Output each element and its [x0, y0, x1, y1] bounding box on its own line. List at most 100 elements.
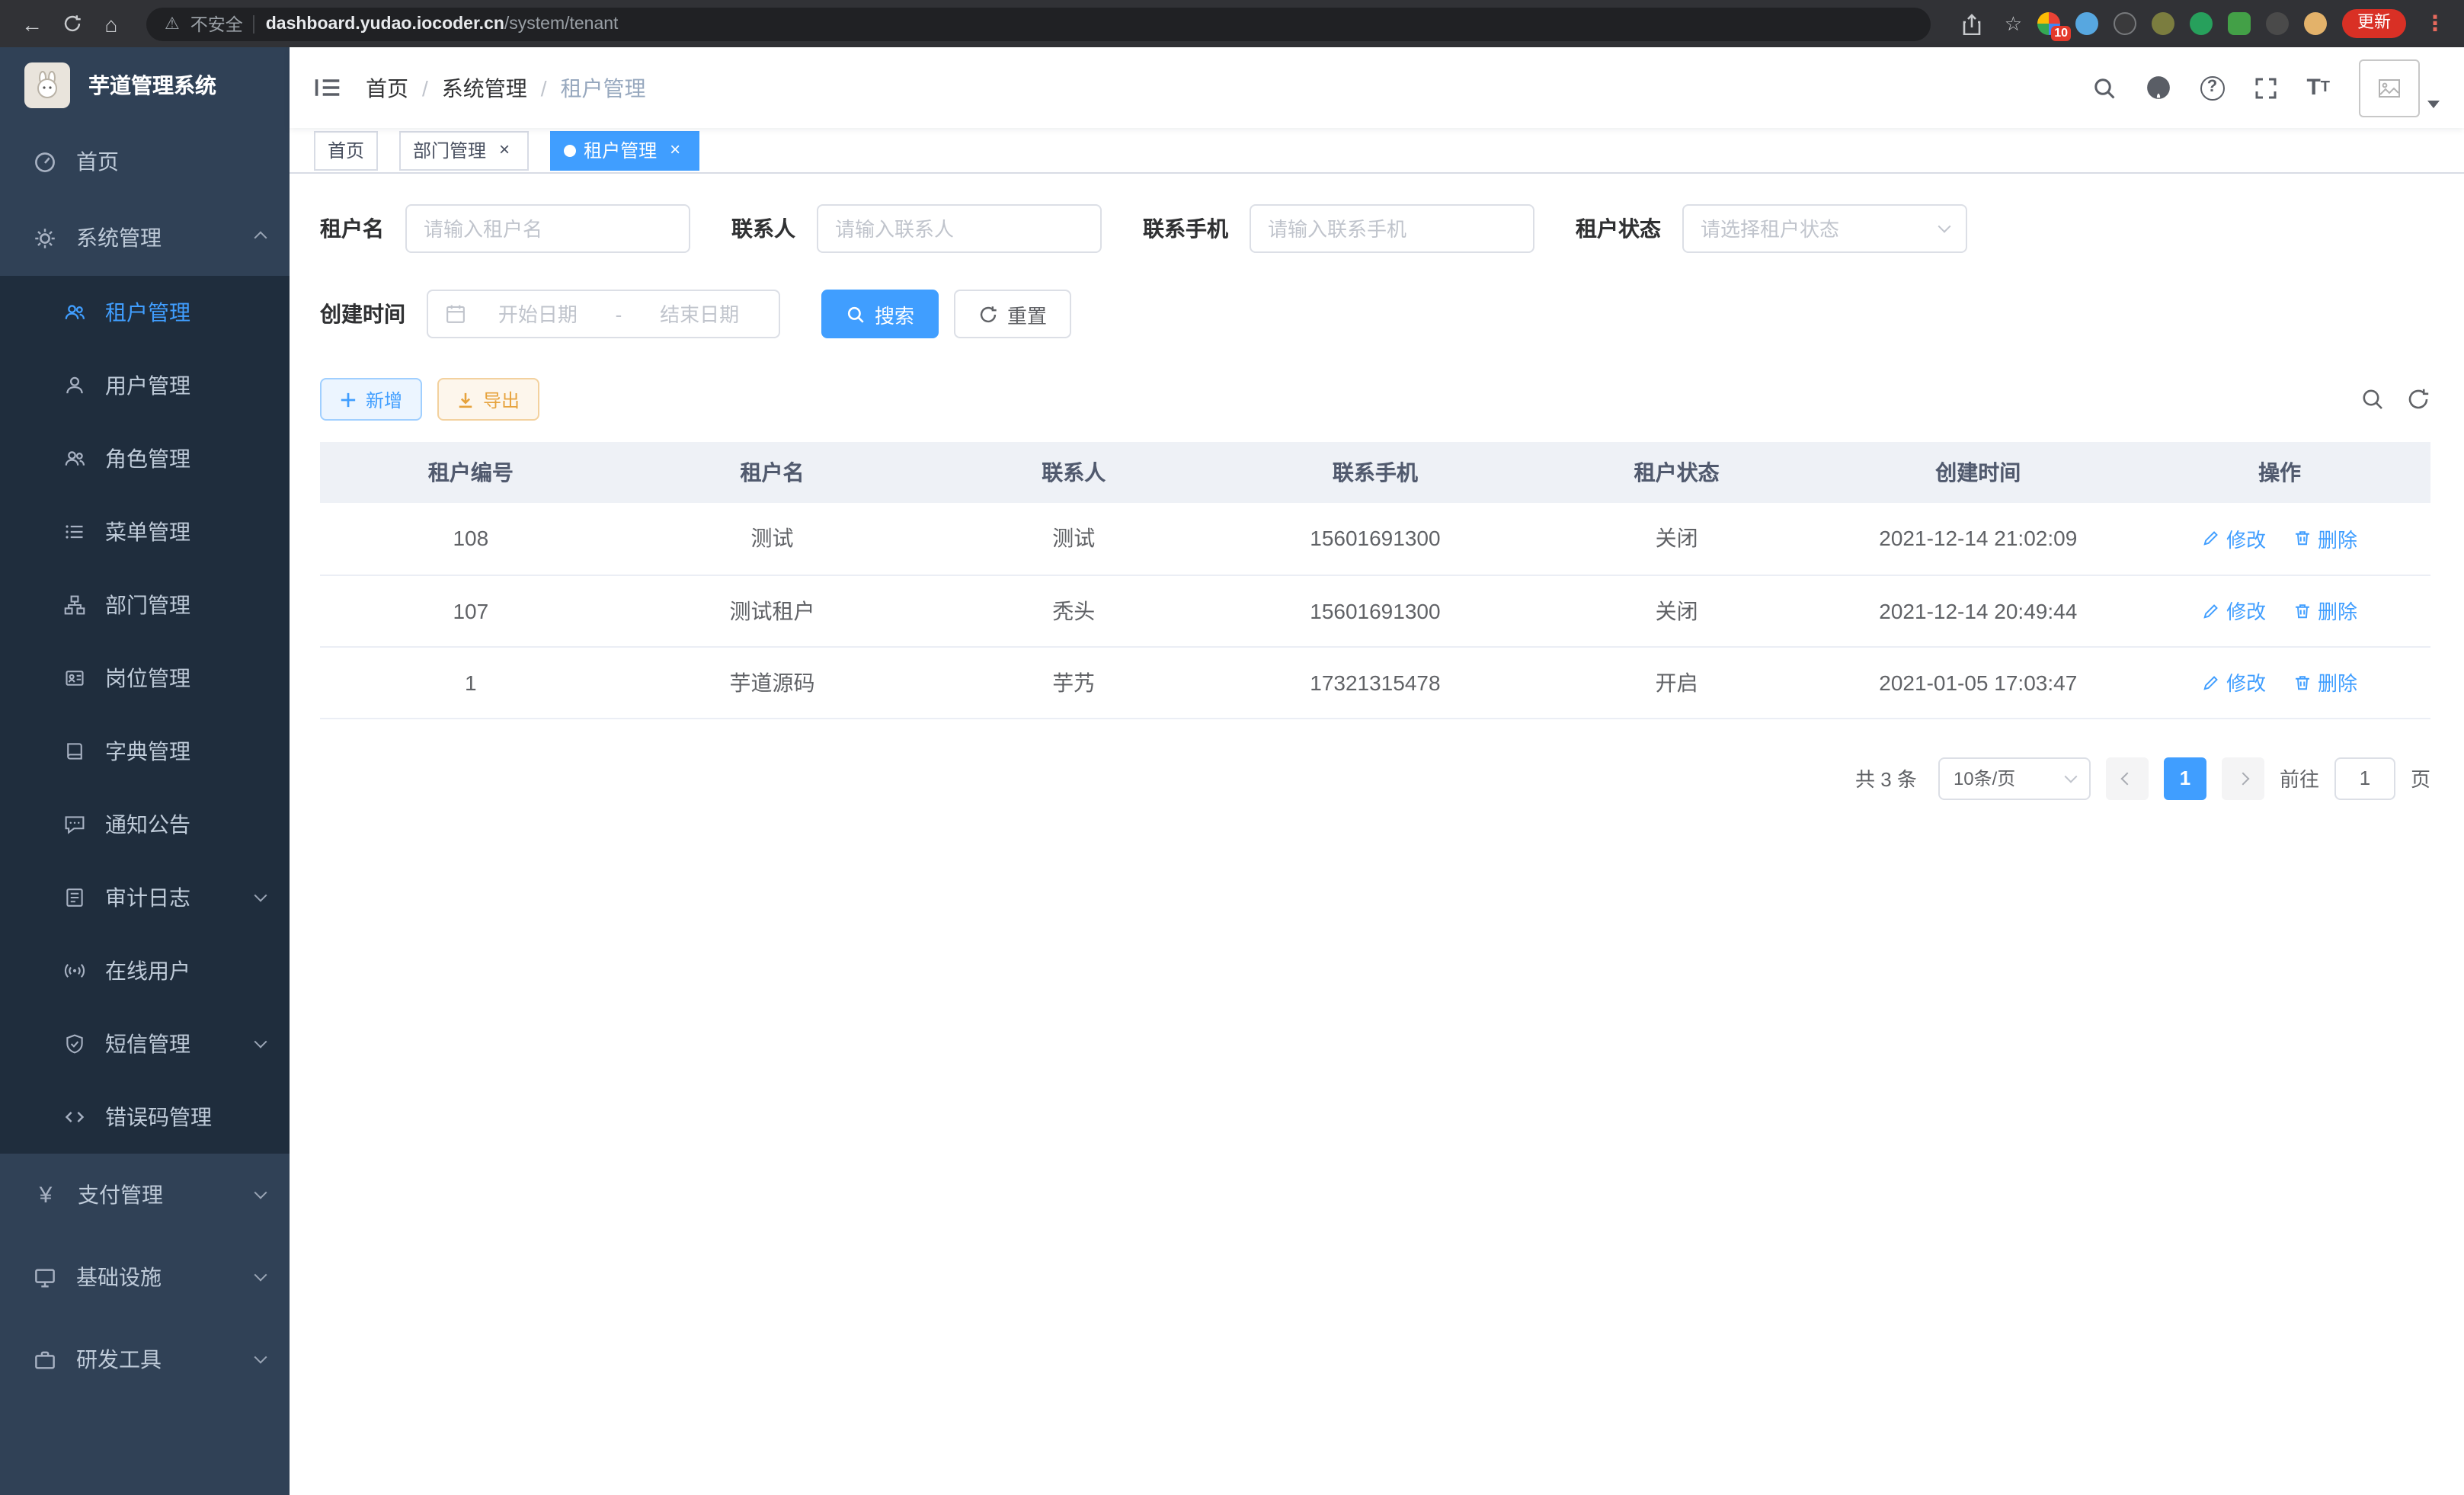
status-select-input[interactable]	[1701, 217, 1931, 240]
status-select[interactable]	[1682, 204, 1967, 253]
sidebar-item-notice[interactable]: 通知公告	[0, 788, 290, 861]
phone-input[interactable]	[1268, 217, 1516, 240]
delete-button[interactable]: 删除	[2293, 667, 2357, 696]
sidebar-item-tenant[interactable]: 租户管理	[0, 276, 290, 349]
breadcrumb-separator: /	[541, 75, 547, 100]
sidebar-item-home[interactable]: 首页	[0, 123, 290, 200]
font-size-icon[interactable]: TT	[2306, 75, 2330, 101]
sidebar-item-dept[interactable]: 部门管理	[0, 568, 290, 642]
export-button[interactable]: 导出	[437, 378, 539, 421]
page-size-select[interactable]: 10条/页	[1938, 757, 2091, 799]
tab-close-icon[interactable]: ×	[494, 139, 515, 161]
sidebar-item-post[interactable]: 岗位管理	[0, 642, 290, 715]
prev-page-button[interactable]	[2106, 757, 2149, 799]
caret-down-icon	[2427, 100, 2440, 107]
breadcrumb-home[interactable]: 首页	[366, 72, 408, 103]
date-start-input[interactable]	[475, 303, 600, 325]
cell-operations: 修改 删除	[2129, 503, 2430, 575]
extension-puzzle-icon[interactable]	[2266, 12, 2289, 35]
column-header: 租户名	[622, 442, 923, 503]
column-header: 操作	[2129, 442, 2430, 503]
chevron-right-icon	[2236, 772, 2249, 785]
table-toolbar: 新增 导出	[320, 378, 2430, 421]
cell-contact: 测试	[923, 503, 1224, 575]
share-icon[interactable]	[1956, 7, 1989, 40]
github-icon[interactable]	[2145, 75, 2171, 101]
refresh-table-icon[interactable]	[2406, 387, 2430, 411]
tags-view: 首页 部门管理 × 租户管理 ×	[290, 128, 2464, 174]
sidebar-item-online-user[interactable]: 在线用户	[0, 934, 290, 1007]
sidebar-item-devtools[interactable]: 研发工具	[0, 1318, 290, 1401]
extension-chat-icon[interactable]	[2228, 12, 2251, 35]
address-bar[interactable]: ⚠ 不安全 dashboard.yudao.iocoder.cn/system/…	[146, 7, 1931, 40]
date-range-picker[interactable]: -	[427, 290, 780, 338]
sidebar-item-role[interactable]: 角色管理	[0, 422, 290, 495]
sidebar-toggle-icon[interactable]	[314, 76, 341, 99]
page-button-1[interactable]: 1	[2164, 757, 2206, 799]
yen-icon: ¥	[34, 1182, 58, 1208]
browser-home-icon[interactable]: ⌂	[94, 7, 128, 40]
filter-phone: 联系手机	[1143, 204, 1534, 253]
breadcrumb-separator: /	[422, 75, 428, 100]
contact-input[interactable]	[835, 217, 1083, 240]
security-label[interactable]: 不安全	[190, 11, 243, 36]
sidebar-item-user[interactable]: 用户管理	[0, 349, 290, 422]
book-icon	[64, 741, 85, 762]
edit-button[interactable]: 修改	[2202, 596, 2266, 625]
sidebar-item-menu[interactable]: 菜单管理	[0, 495, 290, 568]
delete-button[interactable]: 删除	[2293, 596, 2357, 625]
user-menu[interactable]	[2359, 59, 2440, 117]
help-icon[interactable]: ?	[2200, 75, 2224, 100]
extension-blue-icon[interactable]	[2075, 12, 2098, 35]
add-button[interactable]: 新增	[320, 378, 422, 421]
edit-button[interactable]: 修改	[2202, 667, 2266, 696]
fullscreen-icon[interactable]	[2253, 75, 2277, 100]
sidebar-item-error-code[interactable]: 错误码管理	[0, 1080, 290, 1154]
header-search-icon[interactable]	[2091, 75, 2116, 100]
goto-page-input[interactable]	[2334, 757, 2395, 799]
tab-dept[interactable]: 部门管理 ×	[399, 130, 529, 170]
tab-tenant[interactable]: 租户管理 ×	[550, 130, 699, 170]
app-logo[interactable]: 芋道管理系统	[0, 47, 290, 123]
extension-dark-sphere-icon[interactable]	[2114, 12, 2136, 35]
next-page-button[interactable]	[2222, 757, 2264, 799]
sidebar-item-label: 首页	[76, 146, 119, 177]
tenant-name-input[interactable]	[424, 217, 672, 240]
sidebar-item-dict[interactable]: 字典管理	[0, 715, 290, 788]
cell-contact: 秃头	[923, 575, 1224, 646]
cell-tenant-id: 108	[320, 503, 622, 575]
message-bubble-icon	[64, 814, 85, 835]
browser-back-icon[interactable]: ←	[15, 7, 49, 40]
sidebar-item-label: 岗位管理	[105, 663, 190, 693]
date-end-input[interactable]	[637, 303, 762, 325]
delete-button[interactable]: 删除	[2293, 524, 2357, 553]
breadcrumb-system[interactable]: 系统管理	[442, 72, 527, 103]
edit-button[interactable]: 修改	[2202, 524, 2266, 553]
shield-icon	[64, 1033, 85, 1055]
search-button[interactable]: 搜索	[821, 290, 939, 338]
sidebar-item-audit-log[interactable]: 审计日志	[0, 861, 290, 934]
extension-olive-icon[interactable]	[2152, 12, 2174, 35]
screen: ← ⌂ ⚠ 不安全 dashboard.yudao.iocoder.cn/sys…	[0, 0, 2464, 1495]
sidebar-item-system[interactable]: 系统管理	[0, 200, 290, 276]
chrome-update-button[interactable]: 更新	[2342, 9, 2406, 38]
profile-avatar-icon[interactable]	[2304, 12, 2327, 35]
extension-green-circle-icon[interactable]	[2190, 12, 2213, 35]
avatar[interactable]	[2359, 59, 2420, 117]
sidebar-item-payment[interactable]: ¥ 支付管理	[0, 1154, 290, 1236]
browser-reload-icon[interactable]	[55, 7, 88, 40]
bookmark-star-icon[interactable]: ☆	[2005, 11, 2022, 36]
calendar-icon	[445, 303, 466, 325]
cell-status: 关闭	[1526, 575, 1828, 646]
sidebar-item-infra[interactable]: 基础设施	[0, 1236, 290, 1318]
sidebar-item-sms[interactable]: 短信管理	[0, 1007, 290, 1080]
extension-adblock-icon[interactable]: 10	[2037, 12, 2060, 35]
hide-search-icon[interactable]	[2360, 387, 2385, 411]
omnibox-divider	[254, 14, 255, 33]
column-header: 创建时间	[1827, 442, 2129, 503]
tab-home[interactable]: 首页	[314, 130, 378, 170]
reset-button[interactable]: 重置	[954, 290, 1071, 338]
tab-close-icon[interactable]: ×	[664, 139, 686, 161]
browser-menu-icon[interactable]: ⋮	[2421, 11, 2449, 37]
cell-operations: 修改 删除	[2129, 575, 2430, 646]
